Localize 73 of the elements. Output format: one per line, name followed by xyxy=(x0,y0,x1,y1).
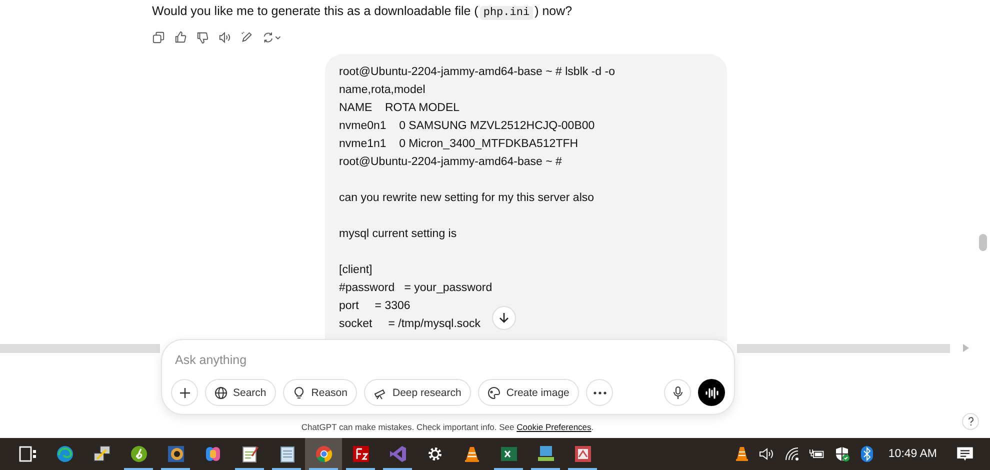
copy-icon[interactable] xyxy=(152,31,165,44)
browser-icon[interactable] xyxy=(54,444,74,464)
running-indicator xyxy=(494,468,523,470)
app-icon[interactable] xyxy=(166,444,186,464)
regenerate-icon[interactable] xyxy=(262,31,282,44)
running-indicator xyxy=(272,468,301,470)
scrollbar-track[interactable] xyxy=(0,344,160,353)
running-indicator xyxy=(383,468,412,470)
disclaimer-text: ChatGPT can make mistakes. Check important info. See Cookie Preferences. xyxy=(300,422,595,432)
shield-icon[interactable] xyxy=(834,446,850,462)
thumbs-down-icon[interactable] xyxy=(196,31,209,44)
microphone-icon xyxy=(672,386,684,400)
message-line: can you rewrite new setting for my this server also xyxy=(339,191,594,206)
filezilla-icon[interactable] xyxy=(350,444,370,464)
notification-icon[interactable] xyxy=(956,445,974,463)
chrome-icon[interactable] xyxy=(314,444,334,464)
add-button[interactable] xyxy=(171,379,198,406)
edit-icon[interactable] xyxy=(240,31,253,44)
volume-icon[interactable] xyxy=(759,446,776,462)
microphone-button[interactable] xyxy=(664,379,691,406)
globe-icon xyxy=(214,386,228,400)
scrollbar-track[interactable] xyxy=(737,344,950,353)
scrollbar-thumb[interactable] xyxy=(979,234,987,251)
tool-button[interactable]: Create image xyxy=(478,379,580,406)
cookie-preferences-link[interactable]: Cookie Preferences xyxy=(516,422,592,432)
inline-code: php.ini xyxy=(480,6,533,20)
tool-button[interactable]: Reason xyxy=(283,379,358,406)
running-indicator xyxy=(309,468,338,470)
message-line: NAME ROTA MODEL xyxy=(339,101,460,116)
voice-mode-button[interactable] xyxy=(698,379,725,406)
speaker-icon[interactable] xyxy=(218,31,231,44)
thumbs-up-icon[interactable] xyxy=(174,31,187,44)
more-button[interactable] xyxy=(586,379,614,406)
message-line: name,rota,model xyxy=(339,83,426,98)
message-line: nvme1n1 0 Micron_3400_MTFDKBA512TFH xyxy=(339,137,578,152)
clock-time[interactable]: 10:49 AM xyxy=(888,448,937,460)
tool-button[interactable]: Search xyxy=(205,379,276,406)
message-line: nvme0n1 0 SAMSUNG MZVL2512HCJQ-00B00 xyxy=(339,119,595,134)
message-line: [client] xyxy=(339,263,372,278)
message-line: mysql current setting is xyxy=(339,227,457,242)
visual-studio-icon[interactable] xyxy=(388,444,408,464)
tool-button[interactable]: Deep research xyxy=(364,379,472,406)
message-line: socket = /tmp/mysql.sock xyxy=(339,317,481,332)
task-view-icon[interactable] xyxy=(18,444,38,464)
bluetooth-icon[interactable] xyxy=(859,446,876,462)
app-icon[interactable] xyxy=(128,444,148,464)
cone-icon[interactable] xyxy=(734,446,750,462)
running-indicator xyxy=(124,468,153,470)
message-line: port = 3306 xyxy=(339,299,410,314)
running-indicator xyxy=(161,468,190,470)
question-mark-icon xyxy=(968,417,974,426)
more-icon xyxy=(592,390,607,394)
sound-wave-icon xyxy=(704,386,718,398)
palette-icon xyxy=(487,386,502,400)
assistant-message: Would you like me to generate this as a downloadable file ( php.ini ) now? xyxy=(152,3,574,22)
message-input[interactable]: Ask anything xyxy=(175,352,725,368)
help-button[interactable] xyxy=(962,413,979,430)
message-line: root@Ubuntu-2204-jammy-amd64-base ~ # lsblk -d -o xyxy=(339,65,615,80)
excel-icon[interactable] xyxy=(498,444,518,464)
running-indicator xyxy=(568,468,597,470)
plus-icon xyxy=(178,386,190,398)
computer-icon[interactable] xyxy=(536,444,556,464)
wifi-icon[interactable] xyxy=(784,446,800,462)
message-line: root@Ubuntu-2204-jammy-amd64-base ~ # xyxy=(339,155,562,170)
running-indicator xyxy=(235,468,264,470)
arrow-down-icon xyxy=(498,312,510,324)
lightbulb-icon xyxy=(292,386,306,400)
running-indicator xyxy=(531,468,560,470)
terminal-icon[interactable] xyxy=(92,444,112,464)
running-indicator xyxy=(346,468,375,470)
app-icon[interactable] xyxy=(572,444,592,464)
notepad-icon[interactable] xyxy=(240,444,260,464)
message-line: #password = your_password xyxy=(339,281,492,296)
